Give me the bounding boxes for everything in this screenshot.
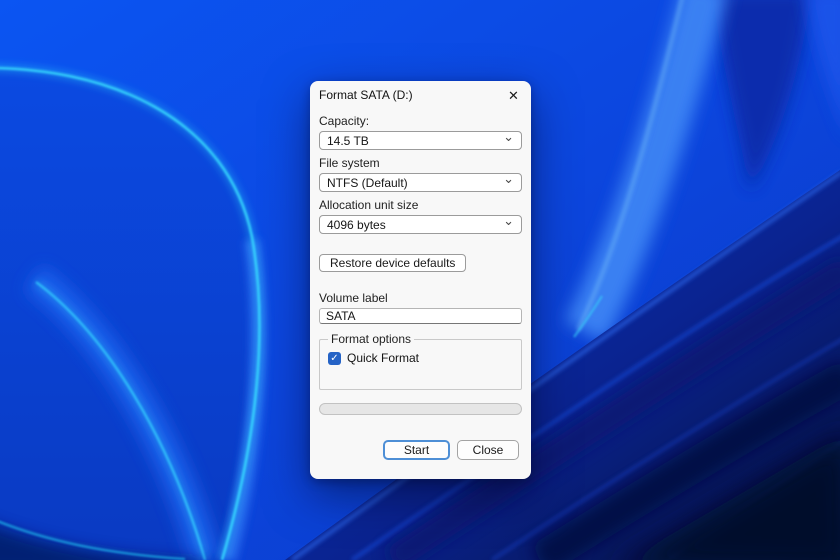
- dialog-content: Capacity: 14.5 TB ⌄ File system NTFS (De…: [310, 115, 531, 460]
- dialog-titlebar[interactable]: Format SATA (D:) ✕: [310, 81, 531, 107]
- capacity-label: Capacity:: [319, 115, 522, 128]
- checkbox-checked-icon: ✓: [328, 352, 341, 365]
- quick-format-checkbox[interactable]: ✓ Quick Format: [328, 351, 513, 365]
- allocation-unit-label: Allocation unit size: [319, 199, 522, 212]
- restore-defaults-button[interactable]: Restore device defaults: [319, 254, 466, 272]
- chevron-down-icon: ⌄: [503, 134, 514, 140]
- volume-label-input[interactable]: [319, 308, 522, 324]
- volume-label-label: Volume label: [319, 292, 522, 305]
- chevron-down-icon: ⌄: [503, 218, 514, 224]
- format-dialog-window: Format SATA (D:) ✕ Capacity: 14.5 TB ⌄ F…: [310, 81, 531, 479]
- close-button[interactable]: Close: [457, 440, 519, 460]
- dialog-button-row: Start Close: [319, 440, 522, 460]
- chevron-down-icon: ⌄: [503, 176, 514, 182]
- capacity-dropdown[interactable]: 14.5 TB ⌄: [319, 131, 522, 150]
- capacity-value: 14.5 TB: [327, 134, 369, 148]
- allocation-unit-value: 4096 bytes: [327, 218, 386, 232]
- allocation-unit-dropdown[interactable]: 4096 bytes ⌄: [319, 215, 522, 234]
- dialog-title: Format SATA (D:): [319, 88, 413, 102]
- format-options-group: Format options ✓ Quick Format: [319, 332, 522, 390]
- quick-format-label: Quick Format: [347, 351, 419, 365]
- file-system-value: NTFS (Default): [327, 176, 408, 190]
- format-progress-bar: [319, 403, 522, 415]
- start-button[interactable]: Start: [383, 440, 450, 460]
- file-system-label: File system: [319, 157, 522, 170]
- format-options-legend: Format options: [328, 332, 414, 346]
- close-icon[interactable]: ✕: [503, 86, 524, 105]
- file-system-dropdown[interactable]: NTFS (Default) ⌄: [319, 173, 522, 192]
